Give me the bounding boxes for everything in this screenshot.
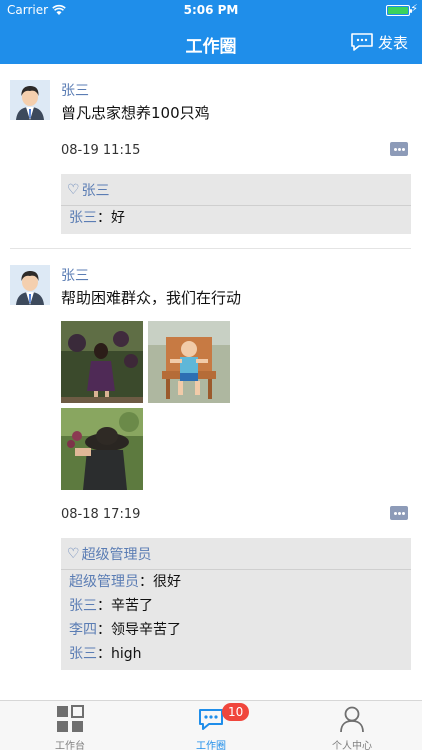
post-author[interactable]: 张三	[61, 64, 411, 102]
tab-label: 个人中心	[332, 741, 372, 750]
post-author[interactable]: 张三	[61, 249, 411, 287]
avatar[interactable]	[10, 80, 50, 120]
comment-separator: ：	[97, 622, 111, 638]
battery-icon	[386, 5, 412, 16]
comment-separator: ：	[97, 646, 111, 662]
post-button-label: 发表	[377, 33, 408, 52]
avatar[interactable]	[10, 265, 50, 305]
app-header: Carrier 5:06 PM ⚡ 工作圈 发表	[0, 0, 422, 64]
unread-badge: 10	[222, 703, 250, 721]
chat-bubble-icon	[199, 709, 223, 730]
comment-text: 领导辛苦了	[111, 622, 181, 638]
tab-workbench[interactable]: 工作台	[0, 701, 140, 750]
comment-author[interactable]: 张三	[69, 646, 97, 662]
comment-row[interactable]: 超级管理员：很好	[61, 570, 411, 594]
feed-list[interactable]: 张三 曾凡忠家想养100只鸡 08-19 11:15 ♡ 张三 张三：好 张三 …	[0, 64, 422, 700]
tab-label: 工作台	[55, 741, 85, 750]
charging-icon: ⚡	[410, 2, 418, 15]
photo-grid	[61, 321, 411, 490]
like-name[interactable]: 超级管理员	[82, 544, 152, 564]
comment-row[interactable]: 张三：high	[61, 642, 411, 666]
comment-row[interactable]: 张三：辛苦了	[61, 594, 411, 618]
status-bar: Carrier 5:06 PM ⚡	[0, 0, 422, 22]
comment-author[interactable]: 张三	[69, 210, 97, 226]
comment-icon[interactable]	[390, 142, 408, 156]
photo-grapes-vineyard[interactable]	[61, 321, 143, 403]
photo-person-in-vines[interactable]	[61, 408, 143, 490]
post-button[interactable]: 发表	[350, 31, 408, 53]
comment-box: ♡ 超级管理员 超级管理员：很好 张三：辛苦了 李四：领导辛苦了 张三：high	[61, 538, 411, 670]
post-time: 08-19 11:15	[61, 142, 141, 158]
comment-box: ♡ 张三 张三：好	[61, 174, 411, 234]
comment-row[interactable]: 李四：领导辛苦了	[61, 618, 411, 642]
comment-text: 很好	[153, 574, 181, 590]
heart-icon: ♡	[67, 545, 80, 562]
comment-icon[interactable]	[390, 506, 408, 520]
like-name[interactable]: 张三	[82, 180, 110, 200]
post-content: 帮助困难群众，我们在行动	[61, 289, 242, 307]
comment-text: 辛苦了	[111, 598, 153, 614]
status-time: 5:06 PM	[183, 3, 239, 17]
post-time: 08-18 17:19	[61, 506, 141, 522]
heart-icon: ♡	[67, 181, 80, 198]
comment-author[interactable]: 超级管理员	[69, 574, 139, 590]
comment-text: high	[111, 646, 142, 662]
tab-work-circle[interactable]: 10 工作圈	[141, 701, 281, 750]
likes-row: ♡ 超级管理员	[61, 538, 411, 570]
comment-separator: ：	[97, 210, 111, 226]
post-content: 曾凡忠家想养100只鸡	[61, 104, 210, 122]
person-icon	[340, 706, 364, 733]
grid-icon	[57, 705, 84, 732]
comment-author[interactable]: 李四	[69, 622, 97, 638]
comment-separator: ：	[97, 598, 111, 614]
tab-personal-center[interactable]: 个人中心	[282, 701, 422, 750]
comment-row[interactable]: 张三：好	[61, 206, 411, 230]
comment-text: 好	[111, 210, 125, 226]
photo-child-on-chair[interactable]	[148, 321, 230, 403]
comment-author[interactable]: 张三	[69, 598, 97, 614]
comment-separator: ：	[139, 574, 153, 590]
tab-bar: 工作台 10 工作圈 个人中心	[0, 700, 422, 750]
tab-label: 工作圈	[196, 741, 226, 750]
feed-post: 张三 帮助困难群众，我们在行动 08-18 17:19 ♡ 超级管理员 超级管理…	[0, 249, 422, 670]
chat-bubble-icon	[351, 33, 373, 51]
feed-post: 张三 曾凡忠家想养100只鸡 08-19 11:15 ♡ 张三 张三：好	[0, 64, 422, 249]
likes-row: ♡ 张三	[61, 174, 411, 206]
